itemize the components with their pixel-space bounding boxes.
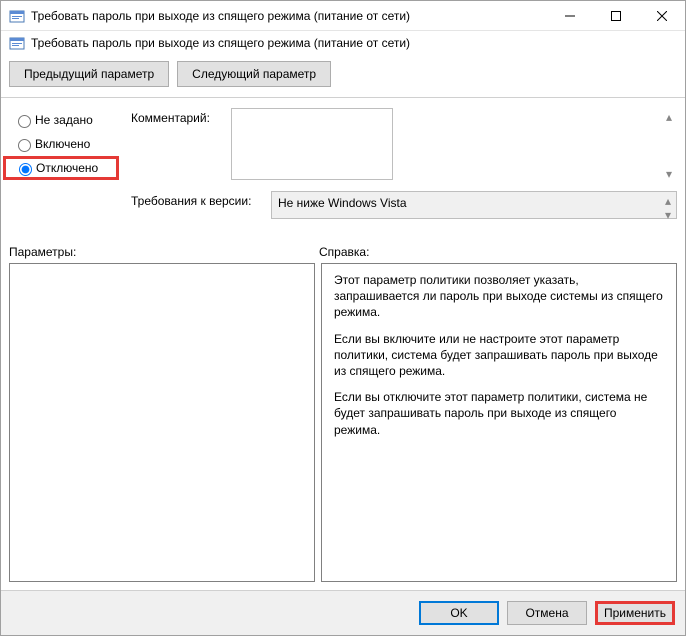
policy-icon — [9, 35, 25, 51]
help-label: Справка: — [319, 245, 677, 259]
next-setting-button[interactable]: Следующий параметр — [177, 61, 331, 87]
scrollbar-hint: ▴ ▾ — [663, 110, 675, 181]
dialog-footer: OK Отмена Применить — [1, 590, 685, 635]
radio-not-configured-label: Не задано — [35, 113, 93, 127]
upper-section: Не задано Включено Отключено Комментарий… — [9, 108, 677, 227]
requirements-label: Требования к версии: — [131, 191, 271, 219]
options-label: Параметры: — [9, 245, 319, 259]
minimize-button[interactable] — [547, 1, 593, 31]
titlebar: Требовать пароль при выходе из спящего р… — [1, 1, 685, 31]
chevron-down-icon: ▾ — [665, 208, 671, 222]
nav-buttons: Предыдущий параметр Следующий параметр — [1, 57, 685, 98]
comment-row: Комментарий: ▴ ▾ — [131, 108, 677, 183]
chevron-down-icon: ▾ — [666, 167, 672, 181]
help-panel: Этот параметр политики позволяет указать… — [321, 263, 677, 582]
comment-textarea[interactable] — [231, 108, 393, 180]
radio-disabled[interactable]: Отключено — [3, 156, 119, 180]
radio-not-configured[interactable]: Не задано — [9, 108, 119, 132]
policy-icon — [9, 8, 25, 24]
help-paragraph: Этот параметр политики позволяет указать… — [334, 272, 664, 321]
help-paragraph: Если вы включите или не настроите этот п… — [334, 331, 664, 380]
radio-enabled-label: Включено — [35, 137, 90, 151]
maximize-button[interactable] — [593, 1, 639, 31]
requirements-row: Требования к версии: Не ниже Windows Vis… — [131, 191, 677, 219]
radio-enabled-input[interactable] — [18, 139, 31, 152]
comment-label: Комментарий: — [131, 108, 231, 183]
options-panel — [9, 263, 315, 582]
chevron-up-icon: ▴ — [665, 194, 671, 208]
upper-right-fields: Комментарий: ▴ ▾ Требования к версии: Не… — [131, 108, 677, 227]
state-radios: Не задано Включено Отключено — [9, 108, 119, 227]
cancel-button[interactable]: Отмена — [507, 601, 587, 625]
radio-not-configured-input[interactable] — [18, 115, 31, 128]
scrollbar-hint: ▴ ▾ — [662, 194, 674, 216]
content-area: Не задано Включено Отключено Комментарий… — [1, 98, 685, 590]
help-paragraph: Если вы отключите этот параметр политики… — [334, 389, 664, 438]
radio-disabled-label: Отключено — [36, 161, 98, 175]
requirements-box: Не ниже Windows Vista ▴ ▾ — [271, 191, 677, 219]
requirements-value: Не ниже Windows Vista — [278, 196, 407, 210]
policy-header: Требовать пароль при выходе из спящего р… — [1, 31, 685, 57]
apply-button[interactable]: Применить — [595, 601, 675, 625]
ok-button[interactable]: OK — [419, 601, 499, 625]
close-button[interactable] — [639, 1, 685, 31]
radio-enabled[interactable]: Включено — [9, 132, 119, 156]
policy-name: Требовать пароль при выходе из спящего р… — [31, 36, 410, 50]
prev-setting-button[interactable]: Предыдущий параметр — [9, 61, 169, 87]
chevron-up-icon: ▴ — [666, 110, 672, 124]
radio-disabled-input[interactable] — [19, 163, 32, 176]
lower-section: Этот параметр политики позволяет указать… — [9, 263, 677, 582]
panel-labels: Параметры: Справка: — [9, 245, 677, 259]
window-title: Требовать пароль при выходе из спящего р… — [31, 9, 547, 23]
dialog-window: Требовать пароль при выходе из спящего р… — [0, 0, 686, 636]
